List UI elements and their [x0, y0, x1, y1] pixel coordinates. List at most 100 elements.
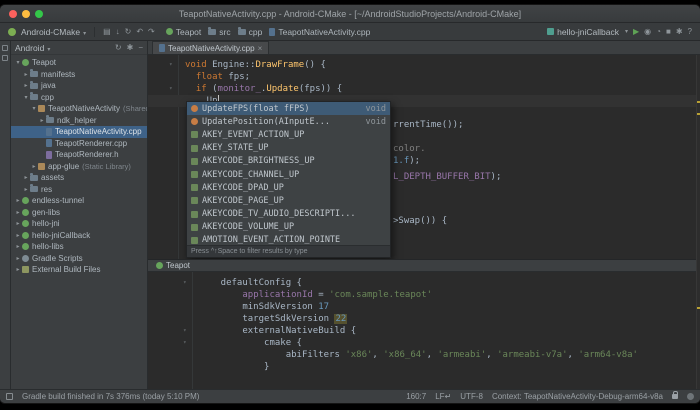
tree-toggle-icon[interactable]: ▸: [22, 71, 30, 78]
project-selector[interactable]: Android-CMake: [21, 27, 86, 37]
tree-item-external-build-files[interactable]: ▸External Build Files: [11, 264, 147, 276]
save-icon[interactable]: ↓: [116, 27, 120, 37]
tree-toggle-icon[interactable]: ▸: [14, 232, 22, 239]
lock-icon[interactable]: [672, 394, 678, 399]
code-line[interactable]: ▾void Engine::DrawFrame() {: [148, 59, 700, 71]
editor-tab-teapotnativeactivity-cpp[interactable]: TeapotNativeActivity.cpp: [152, 41, 269, 54]
completion-item-akeycode-tv-audio-descripti[interactable]: AKEYCODE_TV_AUDIO_DESCRIPTI...: [187, 208, 390, 221]
breadcrumb-item-src[interactable]: src: [208, 27, 230, 37]
project-view-selector[interactable]: Android: [15, 43, 50, 53]
project-tool-window-icon[interactable]: [2, 45, 8, 51]
tree-item-manifests[interactable]: ▸manifests: [11, 69, 147, 81]
fold-arrow-icon[interactable]: ▾: [169, 59, 173, 71]
settings-icon[interactable]: ✱: [127, 43, 134, 53]
tree-item-java[interactable]: ▸java: [11, 80, 147, 92]
tree-item-res[interactable]: ▸res: [11, 184, 147, 196]
tree-toggle-icon[interactable]: ▾: [14, 59, 22, 66]
breadcrumb-item-cpp[interactable]: cpp: [238, 27, 263, 37]
tree-toggle-icon[interactable]: ▸: [38, 117, 46, 124]
tree-item-teapotrenderer-cpp[interactable]: TeapotRenderer.cpp: [11, 138, 147, 150]
tree-item-assets[interactable]: ▸assets: [11, 172, 147, 184]
tree-item-teapot[interactable]: ▾Teapot: [11, 57, 147, 69]
tree-toggle-icon[interactable]: ▸: [22, 174, 30, 181]
zoom-window-button[interactable]: [35, 10, 43, 18]
line-separator[interactable]: LF↵: [435, 392, 451, 401]
tree-toggle-icon[interactable]: ▾: [22, 94, 30, 101]
tree-item-hello-jni[interactable]: ▸hello-jni: [11, 218, 147, 230]
run-icon[interactable]: ▶: [633, 27, 639, 37]
tree-toggle-icon[interactable]: ▸: [14, 266, 22, 273]
help-icon[interactable]: ?: [688, 27, 692, 37]
code-line[interactable]: targetSdkVersion 22: [148, 313, 700, 325]
settings-icon[interactable]: ✱: [676, 27, 683, 37]
undo-icon[interactable]: ↶: [136, 27, 143, 37]
tree-item-teapotnativeactivity-cpp[interactable]: TeapotNativeActivity.cpp: [11, 126, 147, 138]
tree-toggle-icon[interactable]: ▸: [14, 220, 22, 227]
code-line[interactable]: float fps;: [148, 71, 700, 83]
tree-item-hello-libs[interactable]: ▸hello-libs: [11, 241, 147, 253]
run-config-selector[interactable]: hello-jniCallback: [547, 27, 628, 37]
code-line[interactable]: ▾ cmake {: [148, 337, 700, 349]
sync-icon[interactable]: ↻: [125, 27, 132, 37]
code-editor[interactable]: ▾void Engine::DrawFrame() { float fps;▾ …: [148, 55, 700, 259]
open-icon[interactable]: ▤: [103, 27, 111, 37]
gradle-editor[interactable]: ▾ defaultConfig { applicationId = 'com.s…: [148, 272, 700, 389]
structure-tool-window-icon[interactable]: [2, 55, 8, 61]
tree-toggle-icon[interactable]: ▾: [30, 105, 38, 112]
tool-window-toggle-icon[interactable]: [6, 393, 13, 400]
breadcrumb-item-teapotnativeactivity-cpp[interactable]: TeapotNativeActivity.cpp: [269, 27, 370, 37]
fold-arrow-icon[interactable]: ▾: [183, 337, 187, 349]
tree-toggle-icon[interactable]: ▸: [22, 82, 30, 89]
editor-tab-teapot[interactable]: Teapot: [152, 261, 194, 270]
code-line[interactable]: }: [148, 361, 700, 373]
collapse-icon[interactable]: −: [138, 43, 143, 53]
fold-arrow-icon[interactable]: ▾: [183, 277, 187, 289]
breadcrumb-item-teapot[interactable]: Teapot: [166, 27, 202, 37]
profile-icon[interactable]: ◔: [656, 27, 661, 37]
error-stripe[interactable]: [696, 55, 700, 389]
close-window-button[interactable]: [9, 10, 17, 18]
completion-item-amotion-event-action-pointe[interactable]: AMOTION_EVENT_ACTION_POINTE: [187, 234, 390, 245]
completion-item-akey-state-up[interactable]: AKEY_STATE_UP: [187, 142, 390, 155]
caret-position[interactable]: 160:7: [406, 392, 426, 401]
completion-item-akeycode-dpad-up[interactable]: AKEYCODE_DPAD_UP: [187, 181, 390, 194]
tree-item-cpp[interactable]: ▾cpp: [11, 92, 147, 104]
tree-toggle-icon[interactable]: ▸: [14, 255, 22, 262]
tree-item-ndk-helper[interactable]: ▸ndk_helper: [11, 115, 147, 127]
completion-item-akeycode-page-up[interactable]: AKEYCODE_PAGE_UP: [187, 194, 390, 207]
inspections-profile-icon[interactable]: [687, 393, 694, 400]
tree-item-gen-libs[interactable]: ▸gen-libs: [11, 207, 147, 219]
tree-item-gradle-scripts[interactable]: ▸Gradle Scripts: [11, 253, 147, 265]
code-line[interactable]: ▾ defaultConfig {: [148, 277, 700, 289]
code-line[interactable]: minSdkVersion 17: [148, 301, 700, 313]
close-tab-icon[interactable]: [258, 44, 263, 53]
redo-icon[interactable]: ↷: [148, 27, 155, 37]
completion-item-updatefps-float-ffps[interactable]: UpdateFPS(float fFPS)void: [187, 102, 390, 115]
tree-toggle-icon[interactable]: ▸: [14, 243, 22, 250]
tree-toggle-icon[interactable]: ▸: [30, 163, 38, 170]
stop-icon[interactable]: ■: [666, 27, 671, 37]
minimize-window-button[interactable]: [22, 10, 30, 18]
file-encoding[interactable]: UTF-8: [460, 392, 483, 401]
code-line[interactable]: abiFilters 'x86', 'x86_64', 'armeabi', '…: [148, 349, 700, 361]
completion-item-akeycode-channel-up[interactable]: AKEYCODE_CHANNEL_UP: [187, 168, 390, 181]
debug-icon[interactable]: ◉: [644, 27, 651, 37]
code-line[interactable]: ▾ externalNativeBuild {: [148, 325, 700, 337]
completion-item-akeycode-brightness-up[interactable]: AKEYCODE_BRIGHTNESS_UP: [187, 155, 390, 168]
code-line[interactable]: applicationId = 'com.sample.teapot': [148, 289, 700, 301]
code-line[interactable]: ▾ if (monitor_.Update(fps)) {: [148, 83, 700, 95]
completion-item-updateposition-ainpute[interactable]: UpdatePosition(AInputE...void: [187, 115, 390, 128]
completion-item-akeycode-volume-up[interactable]: AKEYCODE_VOLUME_UP: [187, 221, 390, 234]
fold-arrow-icon[interactable]: ▾: [169, 83, 173, 95]
tree-item-teapotnativeactivity[interactable]: ▾TeapotNativeActivity (Shared Library): [11, 103, 147, 115]
tree-item-teapotrenderer-h[interactable]: TeapotRenderer.h: [11, 149, 147, 161]
tree-toggle-icon[interactable]: ▸: [22, 186, 30, 193]
completion-item-akey-event-action-up[interactable]: AKEY_EVENT_ACTION_UP: [187, 128, 390, 141]
tree-item-app-glue[interactable]: ▸app-glue (Static Library): [11, 161, 147, 173]
tree-toggle-icon[interactable]: ▸: [14, 197, 22, 204]
tree-item-endless-tunnel[interactable]: ▸endless-tunnel: [11, 195, 147, 207]
sync-icon[interactable]: ↻: [115, 43, 122, 53]
tree-toggle-icon[interactable]: ▸: [14, 209, 22, 216]
tree-item-hello-jnicallback[interactable]: ▸hello-jniCallback: [11, 230, 147, 242]
fold-arrow-icon[interactable]: ▾: [183, 325, 187, 337]
